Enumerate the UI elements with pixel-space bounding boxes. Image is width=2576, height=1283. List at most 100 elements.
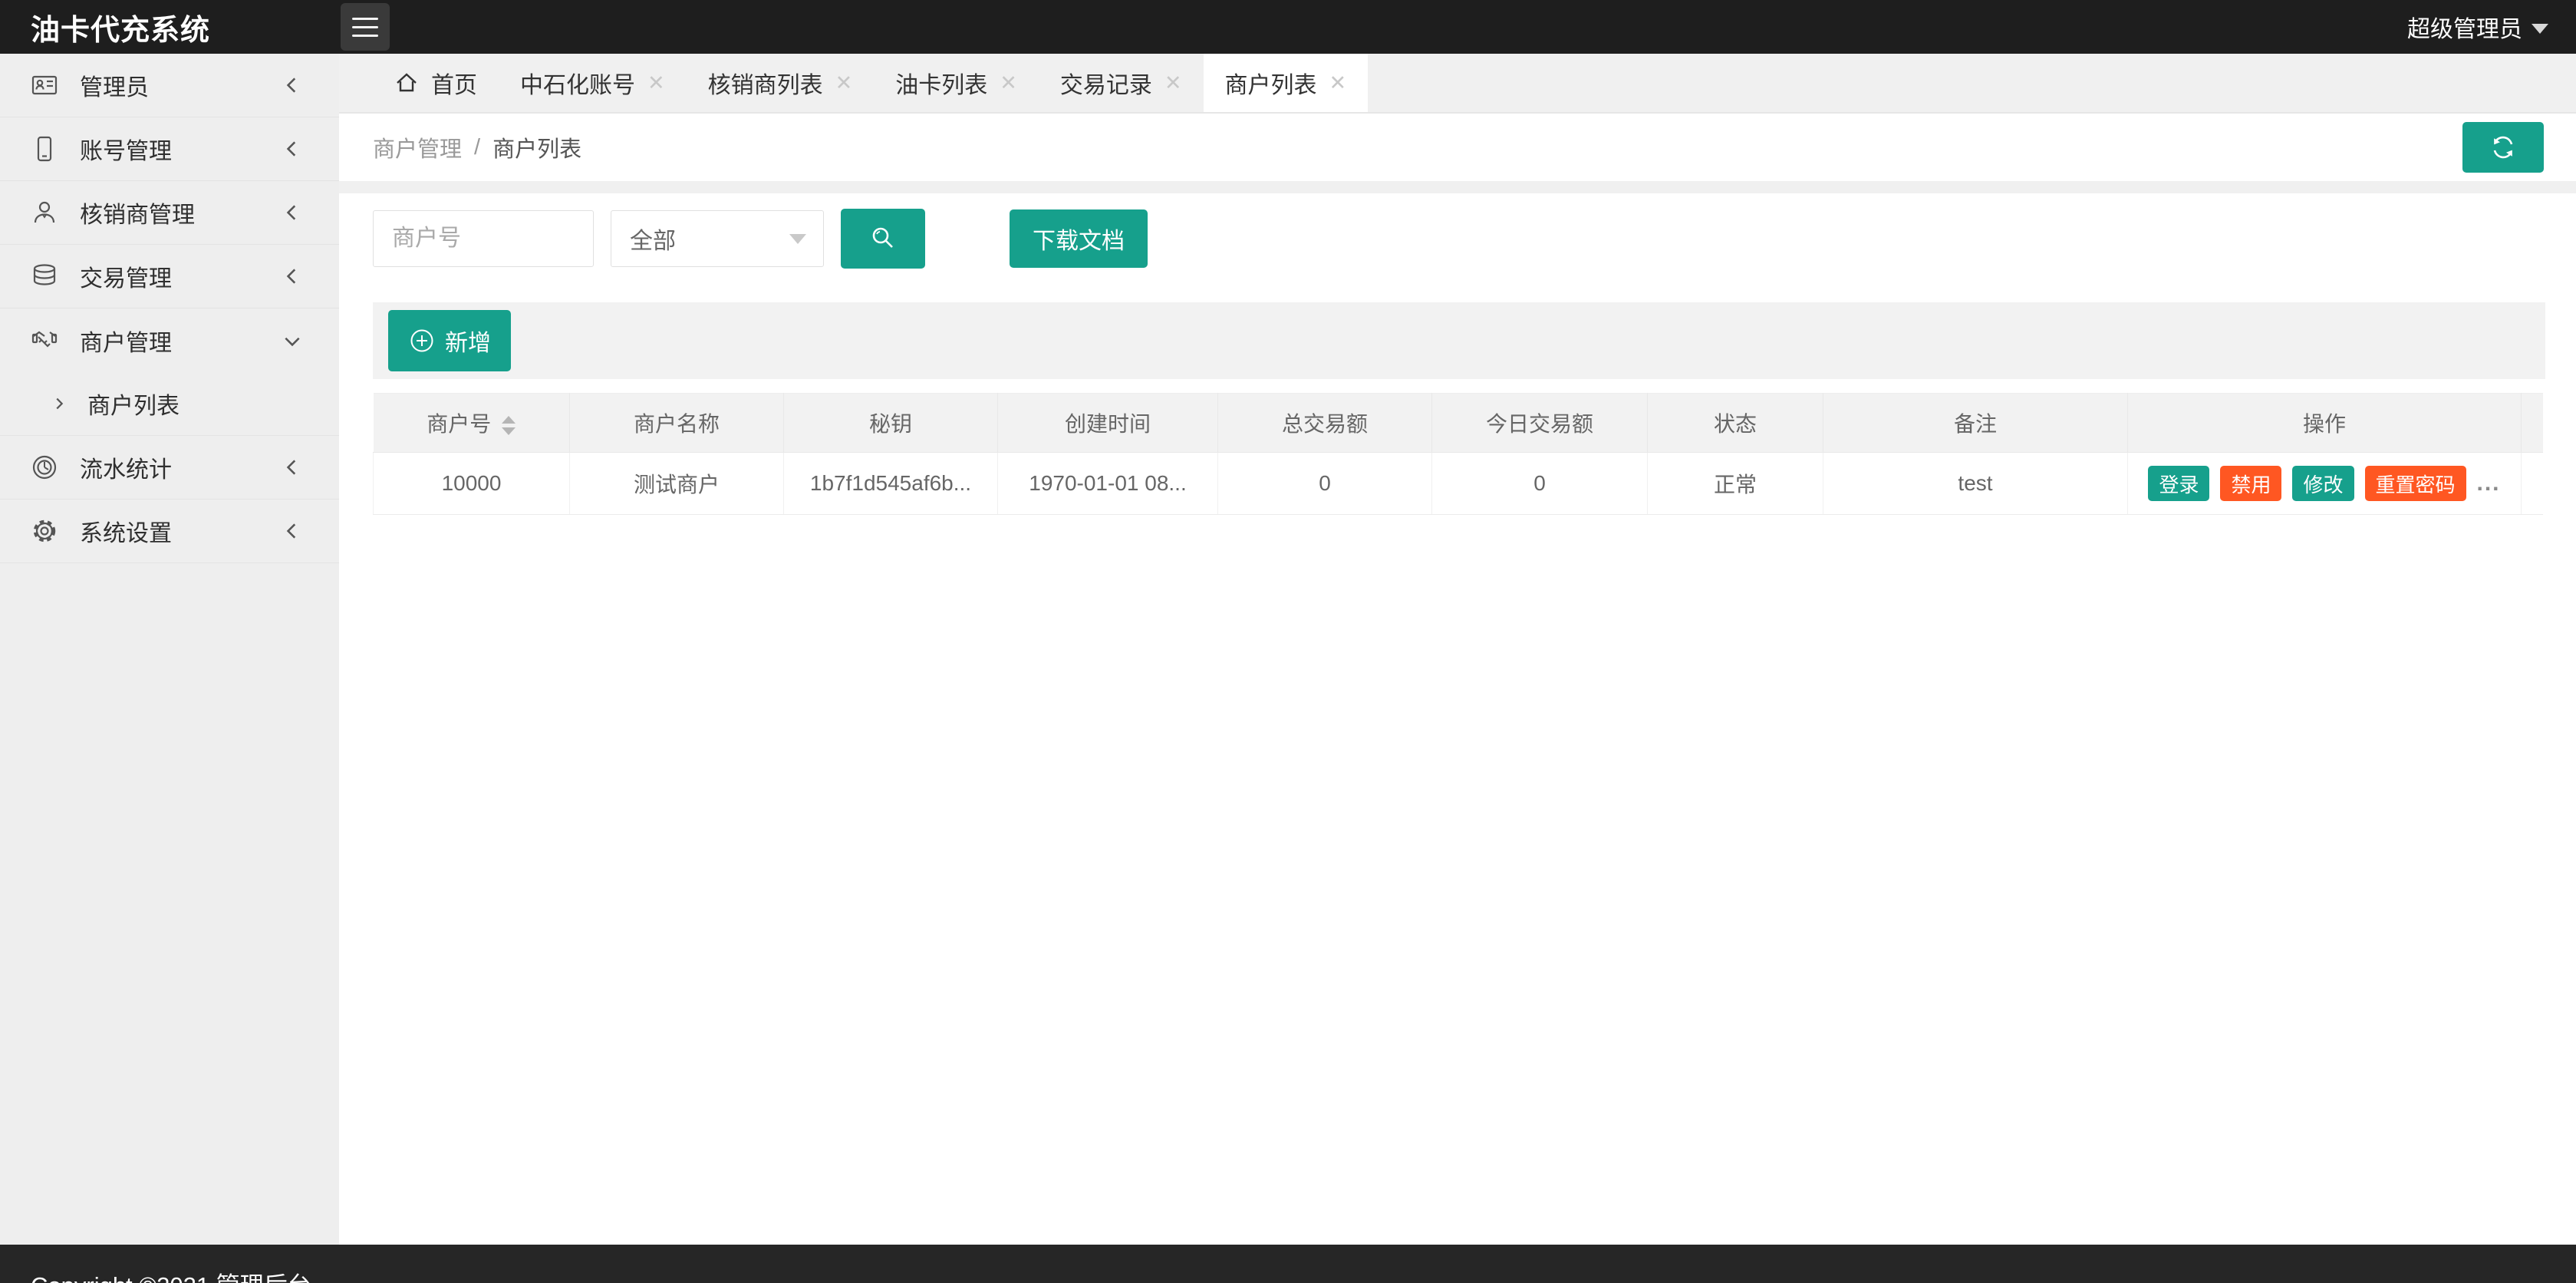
sidebar-item-merchant-mgmt[interactable]: 商户管理 [0, 308, 339, 372]
reset-password-button[interactable]: 重置密码 [2364, 466, 2466, 501]
col-gutter [2521, 393, 2543, 453]
handshake-icon [31, 327, 58, 355]
app-header: 油卡代充系统 超级管理员 [0, 0, 2576, 54]
col-actions: 操作 [2127, 393, 2522, 453]
footer: Copyright ©2021 管理后台 [0, 1245, 2576, 1283]
plus-circle-icon [408, 327, 436, 355]
stats-clock-icon [31, 454, 58, 481]
cell-created-at: 1970-01-01 08... [997, 452, 1218, 515]
sidebar-item-verifiers[interactable]: 核销商管理 [0, 181, 339, 245]
chevron-left-icon [282, 139, 302, 159]
sidebar-item-admin[interactable]: 管理员 [0, 54, 339, 117]
hamburger-icon [352, 17, 378, 37]
chevron-left-icon [282, 266, 302, 286]
close-icon[interactable]: ✕ [835, 71, 853, 95]
chevron-down-icon [282, 331, 302, 351]
tab-label: 中石化账号 [520, 73, 635, 98]
download-doc-button[interactable]: 下载文档 [1010, 209, 1148, 268]
sidebar-item-settings[interactable]: 系统设置 [0, 500, 339, 563]
breadcrumb: 商户管理 / 商户列表 [339, 114, 2576, 181]
sidebar-item-label: 系统设置 [80, 521, 172, 546]
tab-label: 商户列表 [1224, 73, 1317, 98]
col-status: 状态 [1647, 393, 1823, 453]
user-name: 超级管理员 [2407, 17, 2522, 42]
search-button[interactable] [841, 209, 925, 269]
tab-sinopec-accounts[interactable]: 中石化账号 ✕ [499, 54, 687, 112]
sort-icon[interactable] [502, 416, 516, 436]
cell-today-amount: 0 [1431, 452, 1648, 515]
tab-label: 核销商列表 [707, 73, 823, 98]
database-icon [31, 262, 58, 290]
sidebar: 管理员 账号管理 核销商管理 交易管理 商户管理 商户列表 流水统计 系统设置 [0, 54, 339, 1245]
chevron-left-icon [282, 457, 302, 477]
tab-label: 交易记录 [1059, 73, 1152, 98]
refresh-button[interactable] [2462, 122, 2544, 173]
col-merchant-no[interactable]: 商户号 [373, 393, 570, 453]
breadcrumb-parent[interactable]: 商户管理 [373, 131, 462, 163]
close-icon[interactable]: ✕ [647, 71, 665, 95]
tab-bar: 首页 中石化账号 ✕ 核销商列表 ✕ 油卡列表 ✕ 交易记录 ✕ 商户列表 ✕ [339, 54, 2576, 114]
sidebar-item-statistics[interactable]: 流水统计 [0, 436, 339, 500]
cell-gutter [2521, 452, 2543, 515]
col-secret-key: 秘钥 [783, 393, 998, 453]
sidebar-item-label: 账号管理 [80, 139, 172, 164]
tab-verifier-list[interactable]: 核销商列表 ✕ [687, 54, 875, 112]
user-menu[interactable]: 超级管理员 [2407, 10, 2576, 44]
add-button-label: 新增 [445, 331, 491, 356]
sidebar-subitem-label: 商户列表 [87, 394, 180, 419]
mobile-icon [31, 135, 58, 163]
cell-remark: test [1823, 452, 2128, 515]
edit-button[interactable]: 修改 [2292, 466, 2354, 501]
tab-fuelcard-list[interactable]: 油卡列表 ✕ [874, 54, 1039, 112]
cell-total-amount: 0 [1217, 452, 1432, 515]
gear-icon [31, 517, 58, 545]
tab-home[interactable]: 首页 [373, 54, 499, 112]
col-total-amount: 总交易额 [1217, 393, 1432, 453]
cell-merchant-name: 测试商户 [569, 452, 784, 515]
table-row: 10000 测试商户 1b7f1d545af6b... 1970-01-01 0… [373, 452, 2543, 515]
sidebar-item-label: 流水统计 [80, 457, 172, 483]
status-badge: 正常 [1647, 452, 1823, 515]
refresh-icon [2488, 132, 2518, 163]
col-remark: 备注 [1823, 393, 2128, 453]
col-today-amount: 今日交易额 [1431, 393, 1648, 453]
caret-down-icon [2532, 23, 2548, 34]
table-toolbar: 新增 [373, 302, 2545, 379]
status-select[interactable]: 全部 [611, 210, 824, 267]
disable-button[interactable]: 禁用 [2220, 466, 2282, 501]
close-icon[interactable]: ✕ [1329, 71, 1347, 95]
close-icon[interactable]: ✕ [1164, 71, 1182, 95]
tab-merchant-list[interactable]: 商户列表 ✕ [1203, 54, 1369, 112]
cell-merchant-no: 10000 [373, 452, 570, 515]
user-icon [31, 199, 58, 226]
main-area: 首页 中石化账号 ✕ 核销商列表 ✕ 油卡列表 ✕ 交易记录 ✕ 商户列表 ✕ … [339, 54, 2576, 1245]
close-icon[interactable]: ✕ [1000, 71, 1017, 95]
caret-down-icon [789, 233, 806, 244]
chevron-left-icon [282, 75, 302, 95]
tab-label: 首页 [431, 73, 477, 98]
divider [339, 181, 2576, 193]
more-actions-ellipsis[interactable]: ... [2477, 470, 2501, 496]
sidebar-item-accounts[interactable]: 账号管理 [0, 117, 339, 181]
merchant-no-input[interactable] [373, 210, 594, 267]
cell-secret-key: 1b7f1d545af6b... [783, 452, 998, 515]
merchant-table: 商户号 商户名称 秘钥 创建时间 总交易额 今日交易额 状态 备注 操作 100… [373, 393, 2543, 515]
sidebar-subitem-merchant-list[interactable]: 商户列表 [0, 372, 339, 436]
chevron-left-icon [282, 203, 302, 223]
copyright-text: Copyright ©2021 管理后台 [31, 1272, 311, 1283]
sidebar-item-transactions[interactable]: 交易管理 [0, 245, 339, 308]
login-button[interactable]: 登录 [2148, 466, 2210, 501]
tab-transaction-records[interactable]: 交易记录 ✕ [1039, 54, 1204, 112]
breadcrumb-separator: / [474, 134, 481, 160]
tab-label: 油卡列表 [895, 73, 988, 98]
app-window: 油卡代充系统 超级管理员 管理员 账号管理 核销商管理 交易管理 商户管理 商户… [0, 0, 2576, 1283]
search-icon [868, 223, 898, 254]
content-card: 全部 下载文档 [339, 193, 2576, 1245]
filter-row: 全部 下载文档 [373, 209, 2545, 269]
sidebar-toggle-button[interactable] [341, 3, 390, 51]
add-merchant-button[interactable]: 新增 [388, 310, 511, 371]
main-layout: 管理员 账号管理 核销商管理 交易管理 商户管理 商户列表 流水统计 系统设置 … [0, 54, 2576, 1245]
sidebar-item-label: 核销商管理 [80, 203, 195, 228]
table-header-row: 商户号 商户名称 秘钥 创建时间 总交易额 今日交易额 状态 备注 操作 [373, 393, 2543, 453]
sidebar-item-label: 商户管理 [80, 330, 172, 356]
